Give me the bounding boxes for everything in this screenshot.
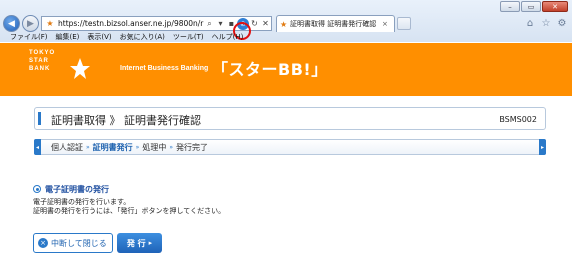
progress-steps-bar: ◂ 個人認証 » 証明書発行 » 処理中 » 発行完了 ▸	[34, 139, 546, 155]
forward-arrow-icon[interactable]: ▶	[22, 15, 39, 32]
logo-line: TOKYO	[29, 50, 56, 56]
service-name: Internet Business Banking	[120, 65, 209, 72]
close-icon: ×	[38, 238, 48, 248]
screen-id: BSMS002	[499, 115, 537, 124]
steps-list: 個人認証 » 証明書発行 » 処理中 » 発行完了	[51, 142, 208, 153]
browser-chrome: – ▭ ✕ ◀ ▶ ★ https://testn.bizsol.anser.n…	[0, 0, 572, 42]
refresh-icon[interactable]: ↻	[249, 19, 260, 28]
address-bar[interactable]: ★ https://testn.bizsol.anser.ne.jp/9800n…	[41, 16, 272, 31]
tab-close-icon[interactable]: ×	[382, 20, 390, 28]
home-icon[interactable]: ⌂	[524, 17, 536, 29]
logo-line: STAR	[29, 58, 49, 64]
lock-icon[interactable]: ▪	[226, 19, 237, 28]
menu-edit[interactable]: 編集(E)	[56, 32, 80, 43]
browser-tab[interactable]: ★ 証明書取得 証明書発行確認 ×	[276, 15, 395, 32]
window-controls: – ▭ ✕	[500, 1, 568, 12]
minimize-button[interactable]: –	[500, 1, 520, 12]
maximize-button[interactable]: ▭	[521, 1, 541, 12]
cancel-close-button[interactable]: × 中断して閉じる	[33, 233, 113, 253]
page-content: TOKYO STAR BANK Internet Business Bankin…	[0, 43, 572, 266]
star-logo-icon	[70, 58, 90, 79]
step-complete: 発行完了	[176, 143, 209, 152]
title-accent-bar	[38, 112, 41, 125]
back-arrow-icon[interactable]: ◀	[3, 15, 20, 32]
cancel-close-label: 中断して閉じる	[51, 238, 107, 248]
bank-banner: TOKYO STAR BANK Internet Business Bankin…	[0, 43, 572, 96]
search-icon[interactable]: ⌕	[204, 19, 215, 29]
bar-cap-left-icon: ◂	[34, 139, 41, 155]
step-cert-issue: 証明書発行	[92, 143, 133, 152]
page-title: 証明書取得 》 証明書発行確認	[51, 114, 201, 127]
toolbar-right-icons: ⌂ ☆ ⚙	[524, 17, 568, 29]
stop-icon[interactable]: ✕	[260, 19, 271, 28]
address-text[interactable]: https://testn.bizsol.anser.ne.jp/9800n/r…	[58, 19, 204, 28]
section-description: 電子証明書の発行を行います。 証明書の発行を行うには、「発行」ボタンを押してくだ…	[33, 198, 225, 216]
step-separator-icon: »	[135, 144, 140, 151]
page-favicon-icon: ★	[46, 19, 54, 28]
description-line: 電子証明書の発行を行います。	[33, 198, 131, 206]
menu-view[interactable]: 表示(V)	[87, 32, 111, 43]
menu-favorites[interactable]: お気に入り(A)	[120, 32, 165, 43]
page-title-box: 証明書取得 》 証明書発行確認 BSMS002	[34, 107, 546, 130]
logo-text: TOKYO STAR BANK	[29, 49, 55, 73]
gear-icon[interactable]: ⚙	[556, 17, 568, 29]
tab-favicon-icon: ★	[280, 19, 288, 29]
brand-name: 「スターBB!」	[212, 60, 328, 79]
navigation-row: ◀ ▶ ★ https://testn.bizsol.anser.ne.jp/9…	[0, 13, 572, 40]
section-heading: 電子証明書の発行	[45, 185, 109, 194]
bank-logo: TOKYO STAR BANK	[29, 49, 109, 89]
step-processing: 処理中	[142, 143, 167, 152]
issue-label: 発 行	[126, 238, 146, 248]
menu-bar: ファイル(F) 編集(E) 表示(V) お気に入り(A) ツール(T) ヘルプ(…	[0, 32, 572, 43]
window-close-button[interactable]: ✕	[542, 1, 568, 12]
tab-label: 証明書取得 証明書発行確認	[290, 20, 377, 28]
bullet-circle-icon	[33, 185, 41, 193]
step-separator-icon: »	[169, 144, 174, 151]
compatibility-view-icon[interactable]: ⊘	[237, 17, 249, 30]
dropdown-icon[interactable]: ▾	[215, 19, 226, 28]
new-tab-button[interactable]	[397, 17, 411, 30]
logo-line: BANK	[29, 66, 51, 72]
chevron-right-icon: ▸	[148, 239, 153, 247]
description-line: 証明書の発行を行うには、「発行」ボタンを押してください。	[33, 207, 226, 215]
star-icon[interactable]: ☆	[540, 17, 552, 29]
menu-help[interactable]: ヘルプ(H)	[212, 32, 244, 43]
menu-tools[interactable]: ツール(T)	[173, 32, 204, 43]
issue-button[interactable]: 発 行 ▸	[117, 233, 162, 253]
menu-file[interactable]: ファイル(F)	[10, 32, 48, 43]
step-separator-icon: »	[86, 144, 90, 151]
bar-cap-right-icon: ▸	[539, 139, 546, 155]
step-personal-auth: 個人認証	[51, 143, 83, 152]
